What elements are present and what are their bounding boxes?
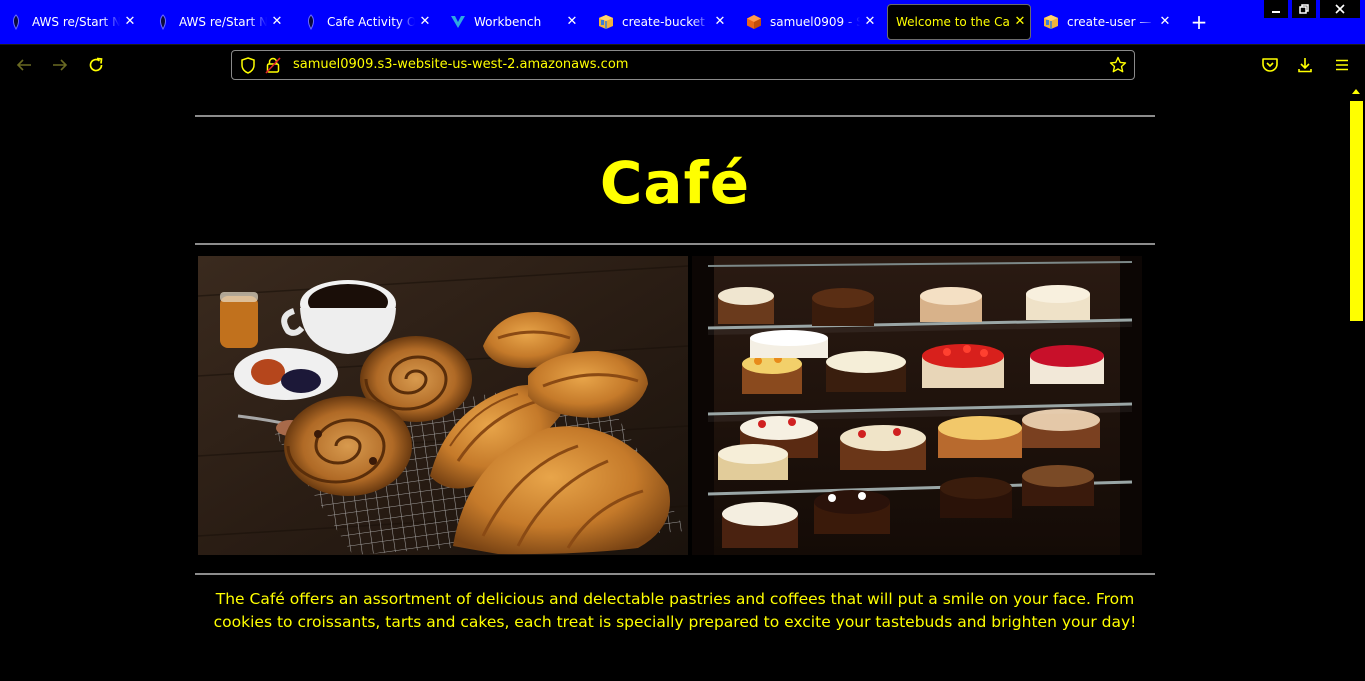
pastries-and-coffee-photo xyxy=(198,256,688,555)
hamburger-menu-icon xyxy=(1336,59,1348,71)
close-icon xyxy=(1335,4,1345,14)
pocket-button[interactable] xyxy=(1258,53,1282,77)
close-window-button[interactable] xyxy=(1320,0,1360,18)
close-icon[interactable]: ✕ xyxy=(417,14,433,30)
scroll-thumb[interactable] xyxy=(1350,101,1363,321)
restore-button[interactable] xyxy=(1292,0,1316,18)
close-icon[interactable]: ✕ xyxy=(862,14,878,30)
intro-divider xyxy=(195,573,1155,575)
tab-title: create-bucket — xyxy=(622,15,710,29)
tab-aws-restart-2[interactable]: AWS re/Start NGE ✕ xyxy=(147,4,287,40)
tab-welcome-cafe[interactable]: Welcome to the Café! ✕ xyxy=(887,4,1031,40)
title-divider xyxy=(195,243,1155,245)
intro-paragraph: The Café offers an assortment of delicio… xyxy=(213,590,1137,631)
reload-button[interactable] xyxy=(84,53,108,77)
app-menu-button[interactable] xyxy=(1330,53,1354,77)
close-icon[interactable]: ✕ xyxy=(712,14,728,30)
new-tab-button[interactable]: + xyxy=(1188,12,1210,34)
tab-strip: AWS re/Start NGE ✕ AWS re/Start NGE ✕ Ca… xyxy=(0,0,1365,44)
aws-restart-icon xyxy=(303,14,319,30)
page-title: Café xyxy=(599,149,751,217)
reload-icon xyxy=(89,57,103,72)
tab-title: Welcome to the Café! xyxy=(896,15,1010,29)
tab-create-user[interactable]: create-user — AV ✕ xyxy=(1035,4,1175,40)
close-icon[interactable]: ✕ xyxy=(122,14,138,30)
aws-restart-icon xyxy=(155,14,171,30)
bookmark-star-icon[interactable] xyxy=(1109,56,1127,78)
scroll-up-arrow-icon[interactable] xyxy=(1352,89,1360,94)
close-icon[interactable]: ✕ xyxy=(564,14,580,30)
aws-restart-icon xyxy=(8,14,24,30)
forward-button[interactable] xyxy=(48,53,72,77)
url-text[interactable]: samuel0909.s3-website-us-west-2.amazonaw… xyxy=(293,57,628,72)
shield-icon[interactable] xyxy=(240,57,256,78)
tab-cafe-activity[interactable]: Cafe Activity Ove ✕ xyxy=(295,4,435,40)
navigation-toolbar: samuel0909.s3-website-us-west-2.amazonaw… xyxy=(0,44,1365,85)
arrow-left-icon xyxy=(16,59,31,71)
aws-docs-box-icon xyxy=(598,14,614,30)
tab-create-bucket[interactable]: create-bucket — ✕ xyxy=(590,4,730,40)
close-icon[interactable]: ✕ xyxy=(1012,14,1028,30)
tab-title: Cafe Activity Ove xyxy=(327,15,415,29)
minimize-button[interactable] xyxy=(1264,0,1288,18)
arrow-right-icon xyxy=(53,59,68,71)
tab-title: create-user — AV xyxy=(1067,15,1155,29)
tab-title: AWS re/Start NGE xyxy=(179,15,267,29)
tab-s3-console[interactable]: samuel0909 - S3 I ✕ xyxy=(738,4,880,40)
minimize-icon xyxy=(1272,11,1280,13)
cake-display-case-photo xyxy=(692,256,1142,555)
back-button[interactable] xyxy=(12,53,36,77)
pocket-icon xyxy=(1262,58,1278,72)
aws-s3-cube-icon xyxy=(746,14,762,30)
restore-icon xyxy=(1299,4,1309,14)
tab-workbench[interactable]: Workbench ✕ xyxy=(442,4,582,40)
downloads-button[interactable] xyxy=(1293,53,1317,77)
aws-docs-box-icon xyxy=(1043,14,1059,30)
address-bar[interactable]: samuel0909.s3-website-us-west-2.amazonaw… xyxy=(231,50,1135,80)
page-scrollbar[interactable] xyxy=(1348,85,1365,681)
insecure-lock-icon[interactable] xyxy=(265,57,281,78)
vocareum-workbench-icon xyxy=(450,14,466,30)
download-icon xyxy=(1298,58,1312,73)
top-divider xyxy=(195,115,1155,117)
tab-title: AWS re/Start NGE xyxy=(32,15,120,29)
close-icon[interactable]: ✕ xyxy=(1157,14,1173,30)
tab-title: Workbench xyxy=(474,15,542,29)
close-icon[interactable]: ✕ xyxy=(269,14,285,30)
tab-title: samuel0909 - S3 I xyxy=(770,15,860,29)
tab-aws-restart-1[interactable]: AWS re/Start NGE ✕ xyxy=(0,4,140,40)
